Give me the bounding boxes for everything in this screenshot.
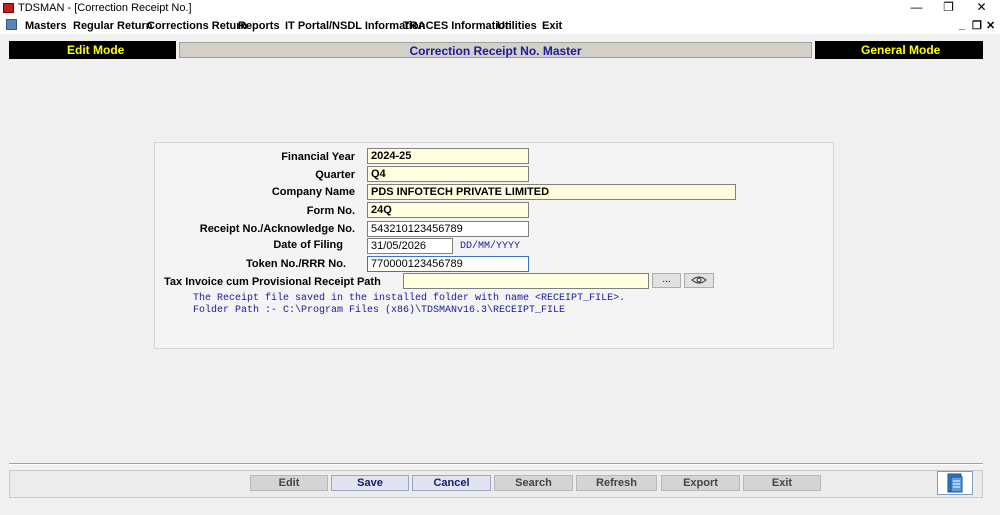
- minimize-icon[interactable]: —: [900, 0, 933, 16]
- title-bar: TDSMAN - [Correction Receipt No.] — ❐ ✕: [0, 0, 1000, 17]
- menu-exit[interactable]: Exit: [542, 20, 562, 32]
- token-no-label: Token No./RRR No.: [245, 258, 346, 270]
- receipt-note-line1: The Receipt file saved in the installed …: [193, 293, 626, 304]
- menu-masters[interactable]: Masters: [25, 20, 67, 32]
- window-title: TDSMAN - [Correction Receipt No.]: [18, 2, 192, 14]
- general-mode-label: General Mode: [861, 43, 941, 57]
- form-title: Correction Receipt No. Master: [179, 42, 812, 58]
- receipt-path-label: Tax Invoice cum Provisional Receipt Path: [164, 276, 381, 288]
- mdi-minimize-icon[interactable]: _: [959, 19, 965, 31]
- save-button[interactable]: Save: [331, 475, 409, 491]
- separator: [9, 463, 983, 465]
- company-name-label: Company Name: [271, 186, 355, 198]
- view-receipt-button[interactable]: [684, 273, 714, 288]
- cancel-button[interactable]: Cancel: [412, 475, 491, 491]
- menu-reports[interactable]: Reports: [238, 20, 280, 32]
- date-of-filing-field[interactable]: 31/05/2026: [367, 238, 453, 254]
- browse-button[interactable]: ...: [652, 273, 681, 288]
- menu-bar: Masters Regular Return Corrections Retur…: [0, 17, 1000, 34]
- mdi-child-icon[interactable]: [6, 19, 17, 30]
- refresh-button[interactable]: Refresh: [576, 475, 657, 491]
- menu-traces-information[interactable]: TRACES Information: [403, 20, 512, 32]
- mdi-close-icon[interactable]: ✕: [986, 19, 995, 32]
- financial-year-field[interactable]: 2024-25: [367, 148, 529, 164]
- menu-utilities[interactable]: Utilities: [497, 20, 537, 32]
- financial-year-label: Financial Year: [281, 151, 355, 163]
- app-icon: [3, 3, 14, 13]
- document-icon: [947, 473, 963, 493]
- search-button[interactable]: Search: [494, 475, 573, 491]
- receipt-no-label: Receipt No./Acknowledge No.: [199, 223, 355, 235]
- receipt-no-field[interactable]: 543210123456789: [367, 221, 529, 237]
- form-no-label: Form No.: [306, 205, 355, 217]
- receipt-path-field[interactable]: [403, 273, 649, 289]
- token-no-field[interactable]: 770000123456789: [367, 256, 529, 272]
- quarter-label: Quarter: [315, 169, 355, 181]
- form-no-field[interactable]: 24Q: [367, 202, 529, 218]
- edit-button[interactable]: Edit: [250, 475, 328, 491]
- edit-mode-label: Edit Mode: [67, 43, 125, 57]
- close-icon[interactable]: ✕: [965, 0, 998, 16]
- menu-regular-return[interactable]: Regular Return: [73, 20, 152, 32]
- document-button[interactable]: [937, 471, 973, 495]
- edit-mode-indicator: Edit Mode: [9, 41, 176, 59]
- mdi-restore-icon[interactable]: ❐: [972, 19, 982, 32]
- menu-corrections-return[interactable]: Corrections Return: [147, 20, 247, 32]
- date-format-hint: DD/MM/YYYY: [460, 241, 521, 252]
- exit-button[interactable]: Exit: [743, 475, 821, 491]
- general-mode-indicator: General Mode: [815, 41, 983, 59]
- date-of-filing-label: Date of Filing: [273, 239, 343, 251]
- eye-icon: [691, 276, 707, 284]
- restore-icon[interactable]: ❐: [932, 0, 965, 16]
- export-button[interactable]: Export: [661, 475, 740, 491]
- quarter-field[interactable]: Q4: [367, 166, 529, 182]
- receipt-note-line2: Folder Path :- C:\Program Files (x86)\TD…: [193, 305, 566, 316]
- company-name-field[interactable]: PDS INFOTECH PRIVATE LIMITED: [367, 184, 736, 200]
